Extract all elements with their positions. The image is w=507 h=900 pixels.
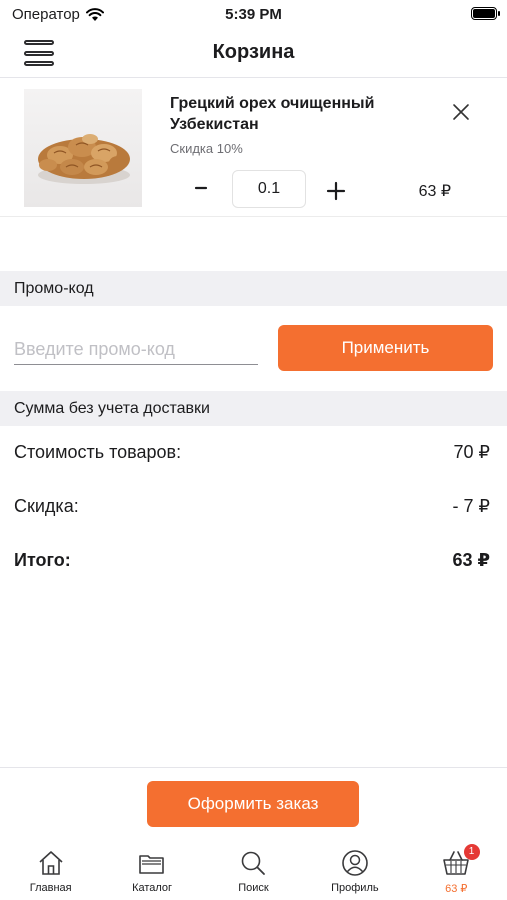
checkout-button[interactable]: Оформить заказ [147, 781, 359, 827]
tab-search[interactable]: Поиск [203, 844, 304, 900]
battery-icon [471, 7, 500, 20]
discount-label: Скидка: [14, 496, 79, 516]
tab-profile[interactable]: Профиль [304, 844, 405, 900]
tab-cart[interactable]: 1 63 ₽ [406, 844, 507, 900]
close-icon[interactable] [450, 101, 472, 123]
nav-bar: Корзина [0, 28, 507, 78]
divider [0, 767, 507, 768]
summary-row-subtotal: Стоимость товаров: 70 ₽ [14, 442, 490, 463]
minus-icon[interactable] [190, 177, 212, 199]
quantity-field[interactable]: 0.1 [232, 170, 306, 208]
status-time: 5:39 PM [225, 6, 282, 23]
discount-value: - 7 ₽ [452, 496, 490, 516]
home-icon [39, 851, 63, 875]
product-name[interactable]: Грецкий орех очищенный Узбекистан [170, 93, 420, 135]
summary-row-discount: Скидка: - 7 ₽ [14, 496, 490, 517]
status-bar: Оператор 5:39 PM [0, 0, 507, 28]
walnut-product-image[interactable] [24, 89, 142, 207]
product-price: 63 ₽ [418, 183, 451, 200]
apply-promo-button[interactable]: Применить [278, 325, 493, 371]
summary-section-header: Сумма без учета доставки [0, 391, 507, 426]
tab-home-label: Главная [29, 882, 72, 894]
tab-cart-label: 63 ₽ [445, 883, 468, 895]
tab-search-label: Поиск [238, 882, 269, 894]
summary-row-total: Итого: 63 ₽ [14, 550, 490, 571]
tab-bar: Главная Каталог Поиск Профиль 1 63 ₽ [0, 844, 507, 900]
subtotal-label: Стоимость товаров: [14, 442, 182, 462]
total-label: Итого: [14, 550, 71, 570]
plus-icon[interactable] [326, 181, 346, 201]
promo-section-header: Промо-код [0, 271, 507, 306]
tab-home[interactable]: Главная [0, 844, 101, 900]
tab-catalog-label: Каталог [132, 882, 173, 894]
product-discount: Скидка 10% [170, 141, 243, 156]
cart-badge: 1 [463, 844, 480, 860]
total-value: 63 ₽ [452, 550, 490, 570]
profile-icon [342, 850, 368, 876]
cart-item: Грецкий орех очищенный Узбекистан Скидка… [0, 79, 507, 217]
tab-profile-label: Профиль [331, 882, 379, 894]
subtotal-value: 70 ₽ [453, 442, 490, 462]
folder-icon [139, 855, 164, 874]
promo-code-input[interactable] [14, 335, 258, 365]
tab-catalog[interactable]: Каталог [101, 844, 202, 900]
search-icon [242, 851, 266, 875]
page-title: Корзина [212, 41, 295, 63]
